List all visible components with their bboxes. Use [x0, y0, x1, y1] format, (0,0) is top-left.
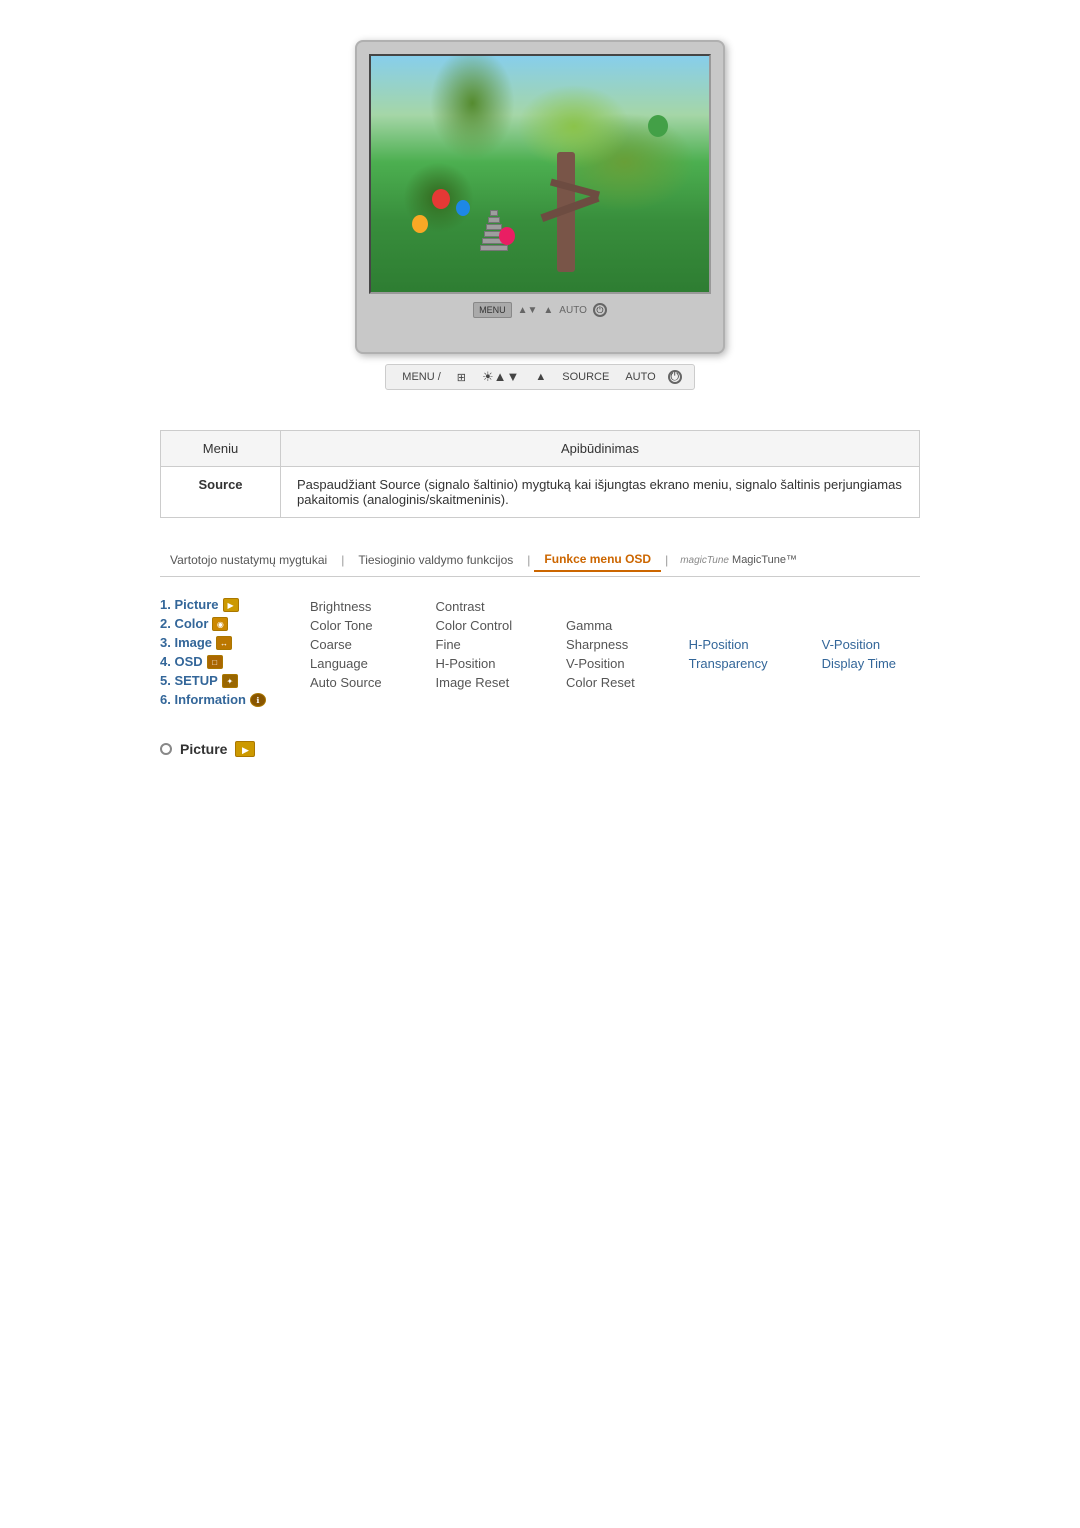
menu-link-image[interactable]: 3. Image [160, 635, 212, 650]
menu-label: MENU / [398, 371, 445, 383]
menu-color-tone: Color Tone [310, 618, 406, 633]
menu-language: Language [310, 656, 406, 671]
menu-item-osd: 4. OSD □ [160, 654, 310, 669]
picture-icon: ▶ [223, 598, 239, 612]
tab-osd-menu[interactable]: Funkce menu OSD [534, 548, 661, 572]
menu-color-reset: Color Reset [566, 675, 659, 690]
menu-link-information[interactable]: 6. Information [160, 692, 246, 707]
menu-image-reset: Image Reset [436, 675, 537, 690]
table-cell-source: Source [161, 467, 281, 518]
picture-label: Picture [180, 741, 227, 757]
picture-section-icon: ▶ [235, 741, 255, 757]
menu-v-position-2: V-Position [566, 656, 659, 671]
monitor-controls-area: MENU ▲▼ ▲ AUTO ⏻ [369, 294, 711, 322]
menu-item-information: 6. Information ℹ [160, 692, 310, 707]
monitor-section: MENU ▲▼ ▲ AUTO ⏻ MENU / ⊞ ☀▲▼ ▲ SOURCE A… [0, 0, 1080, 390]
image-icon: ↔ [216, 636, 232, 650]
menu-right-panel: Brightness Contrast Color Tone Color Con… [310, 597, 920, 711]
pagoda-tier-3 [486, 224, 502, 230]
menu-empty-3 [822, 599, 920, 614]
separator-1: | [341, 553, 344, 567]
description-table: Meniu Apibūdinimas Source Paspaudžiant S… [160, 430, 920, 518]
magictune-logo-text: magicTune [680, 555, 729, 566]
table-cell-description: Paspaudžiant Source (signalo šaltinio) m… [281, 467, 920, 518]
menu-v-position-1[interactable]: V-Position [822, 637, 920, 652]
menu-empty-2 [689, 599, 792, 614]
monitor-button-row: MENU / ⊞ ☀▲▼ ▲ SOURCE AUTO ⏻ [385, 364, 694, 390]
triangle-up: ▲ [531, 371, 550, 383]
power-button[interactable]: ⏻ [593, 303, 607, 317]
menu-link-picture[interactable]: 1. Picture [160, 597, 219, 612]
menu-item-image: 3. Image ↔ [160, 635, 310, 650]
nav-tabs: Vartotojo nustatymų mygtukai | Tiesiogin… [160, 548, 920, 577]
menu-auto-source: Auto Source [310, 675, 406, 690]
menu-brightness: Brightness [310, 599, 406, 614]
menu-item-setup: 5. SETUP ✦ [160, 673, 310, 688]
menu-transparency[interactable]: Transparency [689, 656, 792, 671]
menu-sharpness: Sharpness [566, 637, 659, 652]
separator-2: | [527, 553, 530, 567]
color-icon: ◉ [212, 617, 228, 631]
tab-user-settings[interactable]: Vartotojo nustatymų mygtukai [160, 549, 337, 571]
magictune-label: MagicTune™ [732, 554, 797, 566]
table-header-desc: Apibūdinimas [281, 431, 920, 467]
source-label: SOURCE [558, 371, 613, 383]
garden-background [371, 56, 709, 292]
menu-item-picture: 1. Picture ▶ [160, 597, 310, 612]
brightness-ctrl: ▲▼ [518, 305, 538, 316]
menu-h-position-2: H-Position [436, 656, 537, 671]
source-ctrl: ▲ [543, 305, 553, 316]
menu-contrast: Contrast [436, 599, 537, 614]
menu-item-color: 2. Color ◉ [160, 616, 310, 631]
balloon-yellow [412, 215, 428, 233]
menu-empty-4 [689, 618, 792, 633]
monitor-outer: MENU ▲▼ ▲ AUTO ⏻ [355, 40, 725, 354]
osd-icon: □ [207, 655, 223, 669]
menu-display-time[interactable]: Display Time [822, 656, 920, 671]
setup-icon: ✦ [222, 674, 238, 688]
menu-empty-7 [822, 675, 920, 690]
balloon-blue [456, 200, 470, 216]
table-header-menu: Meniu [161, 431, 281, 467]
menu-empty-5 [822, 618, 920, 633]
pagoda-tier-1 [490, 210, 498, 216]
menu-fine: Fine [436, 637, 537, 652]
menu-link-setup[interactable]: 5. SETUP [160, 673, 218, 688]
menu-color-control: Color Control [436, 618, 537, 633]
power-button-row[interactable]: ⏻ [668, 370, 682, 384]
tab-magictune[interactable]: magicTune MagicTune™ [680, 554, 797, 566]
menu-left-panel: 1. Picture ▶ 2. Color ◉ 3. Image ↔ 4. OS… [160, 597, 310, 711]
radio-button[interactable] [160, 743, 172, 755]
monitor-screen [369, 54, 711, 294]
tab-direct-control[interactable]: Tiesioginio valdymo funkcijos [348, 549, 523, 571]
pagoda-tier-6 [480, 245, 508, 251]
table-row: Source Paspaudžiant Source (signalo šalt… [161, 467, 920, 518]
pagoda-tier-2 [488, 217, 500, 223]
menu-coarse: Coarse [310, 637, 406, 652]
menu-link-color[interactable]: 2. Color [160, 616, 208, 631]
menu-empty-6 [689, 675, 792, 690]
picture-section: Picture ▶ [160, 741, 920, 757]
menu-link-osd[interactable]: 4. OSD [160, 654, 203, 669]
auto-ctrl: AUTO [559, 305, 587, 316]
menu-empty-1 [566, 599, 659, 614]
menu-ctrl-button[interactable]: MENU [473, 302, 512, 318]
information-icon: ℹ [250, 693, 266, 707]
menu-h-position-1[interactable]: H-Position [689, 637, 792, 652]
menu-icon-symbol: ⊞ [453, 371, 470, 384]
menu-gamma: Gamma [566, 618, 659, 633]
menu-section: 1. Picture ▶ 2. Color ◉ 3. Image ↔ 4. OS… [160, 597, 920, 711]
auto-label: AUTO [621, 371, 659, 383]
separator-3: | [665, 553, 668, 567]
brightness-icon: ☀▲▼ [478, 369, 523, 385]
